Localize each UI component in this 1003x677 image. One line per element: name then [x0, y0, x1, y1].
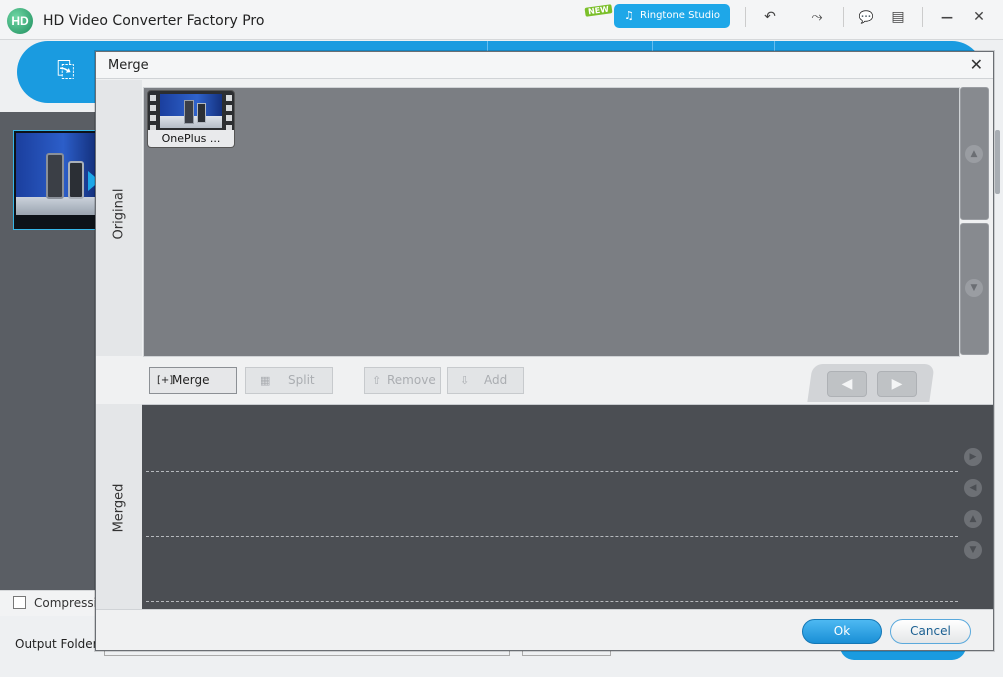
minimize-icon[interactable]: —: [938, 8, 956, 26]
clip-thumbnail: [160, 94, 222, 128]
compression-checkbox[interactable]: [13, 596, 26, 609]
move-up-icon[interactable]: ▲: [964, 510, 982, 528]
next-clip-button[interactable]: ▶: [877, 371, 917, 397]
ringtone-icon: ♫: [624, 9, 634, 22]
original-clips-panel: [143, 87, 960, 357]
merge-track-line: [146, 471, 958, 472]
merge-track-line: [146, 601, 958, 602]
add-file-icon[interactable]: ⎘: [57, 58, 75, 83]
merged-label: Merged: [111, 483, 127, 533]
thumbnail-floor: [16, 197, 95, 215]
merged-sidebar: Merged: [96, 404, 142, 609]
split-icon: ▦: [260, 374, 271, 387]
scroll-up-icon[interactable]: ▲: [965, 145, 983, 163]
merged-clips-panel: ▶ ◀ ▲ ▼: [142, 404, 993, 610]
original-label: Original: [111, 188, 127, 240]
app-logo-icon: HD: [7, 8, 33, 34]
previous-clip-button[interactable]: ◀: [827, 371, 867, 397]
phone-shape: [46, 153, 64, 199]
tools-icon[interactable]: ⤳: [808, 8, 826, 26]
phone-shape: [184, 100, 194, 124]
remove-button-label: Remove: [387, 373, 436, 387]
merge-icon: [+]: [157, 375, 174, 386]
clip-name: OnePlus ...: [148, 130, 234, 147]
list-icon[interactable]: ▤: [889, 8, 907, 26]
titlebar-separator: [843, 7, 844, 27]
scroll-down-segment[interactable]: ▼: [960, 223, 989, 355]
video-thumbnail[interactable]: [13, 130, 96, 230]
undo-icon[interactable]: ↶: [761, 8, 779, 26]
phone-shape: [68, 161, 84, 199]
merge-track-line: [146, 536, 958, 537]
merge-dialog: Merge ✕ Original OnePlus ... ▲ ▼ [+] Mer…: [95, 51, 994, 651]
titlebar-separator: [922, 7, 923, 27]
phone-shape: [197, 103, 206, 123]
app-scrollbar[interactable]: [995, 130, 1000, 194]
scroll-down-icon[interactable]: ▼: [965, 279, 983, 297]
original-sidebar: Original: [96, 80, 142, 356]
chat-icon[interactable]: 💬: [857, 8, 875, 26]
close-icon[interactable]: ✕: [970, 8, 988, 26]
film-sprocket: [150, 95, 156, 131]
cancel-button[interactable]: Cancel: [890, 619, 971, 644]
dialog-title: Merge: [108, 58, 149, 73]
merge-button[interactable]: [+] Merge: [149, 367, 237, 394]
play-merged-icon[interactable]: ▶: [964, 448, 982, 466]
dialog-close-icon[interactable]: ✕: [970, 55, 983, 74]
split-button[interactable]: ▦ Split: [245, 367, 333, 394]
scroll-up-segment[interactable]: ▲: [960, 87, 989, 220]
new-badge: NEW: [584, 4, 613, 17]
add-icon: ⇩: [460, 374, 470, 387]
compression-label: Compression: [34, 596, 96, 610]
ringtone-studio-label: Ringtone Studio: [640, 10, 720, 21]
remove-icon: ⇧: [372, 374, 382, 387]
app-title: HD Video Converter Factory Pro: [43, 13, 265, 29]
move-left-icon[interactable]: ◀: [964, 479, 982, 497]
move-down-icon[interactable]: ▼: [964, 541, 982, 559]
titlebar-separator: [745, 7, 746, 27]
add-button[interactable]: ⇩ Add: [447, 367, 524, 394]
merge-button-label: Merge: [172, 373, 210, 387]
film-sprocket: [226, 95, 232, 131]
output-folder-label: Output Folder:: [15, 637, 96, 651]
split-button-label: Split: [288, 373, 315, 387]
dialog-titlebar: Merge ✕: [96, 52, 993, 79]
add-button-label: Add: [484, 373, 508, 387]
ringtone-studio-button[interactable]: ♫ Ringtone Studio: [614, 4, 730, 28]
original-scrollbar[interactable]: ▲ ▼: [960, 87, 989, 357]
remove-button[interactable]: ⇧ Remove: [364, 367, 441, 394]
ok-button[interactable]: Ok: [802, 619, 882, 644]
app-titlebar: HD HD Video Converter Factory Pro NEW ♫ …: [0, 0, 1003, 40]
video-clip-item[interactable]: OnePlus ...: [147, 90, 235, 148]
